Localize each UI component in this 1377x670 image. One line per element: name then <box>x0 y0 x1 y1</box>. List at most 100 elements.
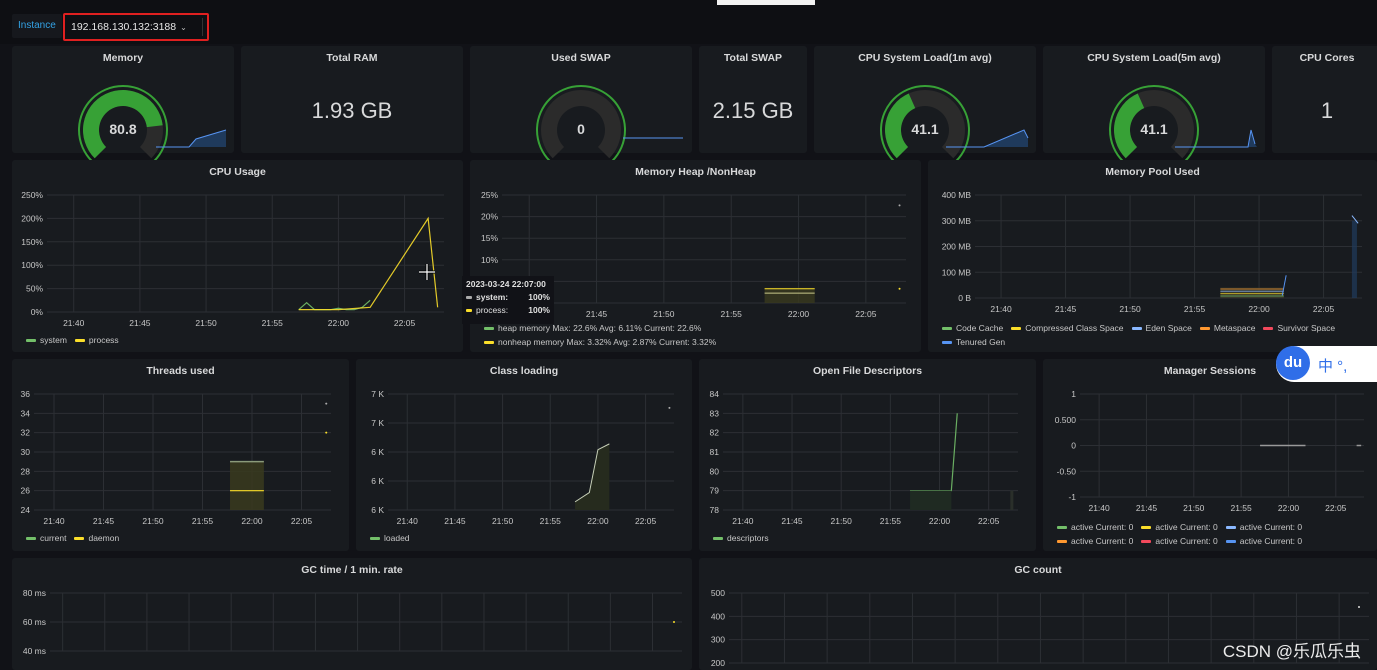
legend-item[interactable]: active Current: 0 <box>1057 520 1133 534</box>
legend-item[interactable]: Tenured Gen <box>942 335 1005 349</box>
legend-item[interactable]: Survivor Space <box>1263 321 1335 335</box>
y-tick-label: 82 <box>710 428 720 438</box>
legend-label: active Current: 0 <box>1071 522 1134 532</box>
y-tick-label: 100 MB <box>942 267 972 277</box>
x-tick-label: 22:05 <box>394 318 416 328</box>
baidu-ime-logo-icon[interactable]: du <box>1276 346 1310 380</box>
legend: current daemon <box>26 533 127 543</box>
x-tick-label: 21:45 <box>586 309 608 319</box>
x-tick-label: 21:50 <box>492 516 514 526</box>
ime-mode-indicator[interactable]: 中 °, <box>1318 355 1347 376</box>
x-tick-label: 22:00 <box>587 516 609 526</box>
legend-item[interactable]: daemon <box>74 533 119 543</box>
divider <box>202 18 203 36</box>
legend-item[interactable]: active Current: 0 <box>1225 534 1303 548</box>
tooltip-row-process: process: 100% <box>466 305 550 315</box>
legend-item[interactable]: active Current: 0 <box>1057 534 1133 548</box>
legend-item[interactable]: current <box>26 533 66 543</box>
y-tick-label: 0 <box>1071 441 1076 451</box>
legend-item[interactable]: system <box>26 335 67 345</box>
data-point <box>898 204 901 207</box>
legend-label: Survivor Space <box>1277 323 1336 333</box>
x-tick-label: 22:05 <box>291 516 313 526</box>
legend-item[interactable]: Compressed Class Space <box>1011 321 1124 335</box>
legend-item[interactable]: active Current: 0 <box>1141 534 1218 548</box>
panel-used-swap: Used SWAP 0 <box>470 46 692 162</box>
series-line-process <box>298 216 439 311</box>
legend: Code Cache Compressed Class Space Eden Spa… <box>942 321 1372 349</box>
y-tick-label: 500 <box>711 588 725 598</box>
legend-swatch <box>1141 526 1152 530</box>
sparkline <box>1175 129 1257 148</box>
sparkline <box>623 137 683 139</box>
legend-item[interactable]: Eden Space <box>1131 321 1192 335</box>
legend-item[interactable]: loaded <box>370 533 410 543</box>
x-tick-label: 21:40 <box>63 318 85 328</box>
y-tick-label: -0.50 <box>1057 466 1077 476</box>
x-tick-label: 22:00 <box>241 516 263 526</box>
y-tick-label: 84 <box>710 389 720 399</box>
y-tick-label: 6 K <box>371 447 384 457</box>
y-tick-label: 80 <box>710 466 720 476</box>
chart-gc-time: 80 ms 60 ms 40 ms <box>23 588 682 656</box>
x-tick-label: 22:00 <box>1248 304 1270 314</box>
y-tick-label: 0% <box>31 307 44 317</box>
legend-swatch <box>1131 327 1142 331</box>
y-tick-label: 300 MB <box>942 216 972 226</box>
data-point <box>673 621 675 623</box>
y-tick-label: 60 ms <box>23 617 46 627</box>
x-tick-label: 21:45 <box>781 516 803 526</box>
y-tick-label: 250% <box>21 190 43 200</box>
panel-memory-pool: Memory Pool Used 400 MB 300 MB 200 MB 100 M… <box>928 160 1377 352</box>
x-tick-label: 21:45 <box>444 516 466 526</box>
legend-label: active Current: 0 <box>1239 536 1303 546</box>
legend-swatch <box>1263 327 1274 331</box>
legend-item-nonheap[interactable]: nonheap memory Max: 3.32% Avg: 2.87% Cur… <box>484 335 716 349</box>
tooltip-time: 2023-03-24 22:07:00 <box>466 279 546 289</box>
data-point <box>325 431 328 434</box>
x-tick-label: 21:50 <box>1183 503 1205 513</box>
y-tick-label: 20% <box>481 212 498 222</box>
legend-swatch <box>370 537 380 541</box>
x-tick-label: 21:55 <box>262 318 284 328</box>
legend-label: daemon <box>88 533 120 543</box>
data-point <box>898 287 901 290</box>
legend-item[interactable]: descriptors <box>713 533 769 543</box>
y-tick-label: 1 <box>1071 389 1076 399</box>
sparkline <box>156 129 227 148</box>
legend-swatch <box>1199 327 1210 331</box>
x-tick-label: 21:40 <box>1088 503 1110 513</box>
x-tick-label: 21:50 <box>831 516 853 526</box>
y-tick-label: 79 <box>710 486 720 496</box>
y-tick-label: 6 K <box>371 476 384 486</box>
panel-gc-time: GC time / 1 min. rate 80 ms 60 ms 40 ms <box>12 558 692 670</box>
panel-manager-sessions: Manager Sessions 1 0.500 0 -0.50 -1 21:40 21:4… <box>1043 359 1377 551</box>
y-tick-label: 83 <box>710 408 720 418</box>
legend-item[interactable]: process <box>74 335 119 345</box>
y-tick-label: 400 MB <box>942 190 972 200</box>
legend-item[interactable]: Metaspace <box>1199 321 1255 335</box>
legend-item[interactable]: Code Cache <box>942 321 1003 335</box>
series-line-tenured <box>1281 275 1287 296</box>
x-tick-label: 21:40 <box>397 516 419 526</box>
legend-label: system <box>40 335 67 345</box>
x-tick-label: 21:55 <box>721 309 743 319</box>
x-tick-label: 22:00 <box>929 516 951 526</box>
legend-label: active Current: 0 <box>1155 522 1218 532</box>
y-tick-label: 15% <box>481 233 498 243</box>
legend-swatch <box>74 339 85 343</box>
panel-total-ram: Total RAM 1.93 GB <box>241 46 463 153</box>
legend: heap memory Max: 22.6% Avg: 6.11% Curren… <box>484 321 716 349</box>
legend-label: Compressed Class Space <box>1025 323 1124 333</box>
y-tick-label: 10% <box>481 255 498 265</box>
chart-threads-used: 36 34 32 30 28 26 24 21:40 21:45 21:50 21:55 22:00 2… <box>21 389 331 526</box>
data-point <box>1358 606 1360 608</box>
x-tick-label: 21:50 <box>653 309 675 319</box>
x-tick-label: 21:55 <box>880 516 902 526</box>
graph-tooltip: 2023-03-24 22:07:00 system: 100% process:… <box>462 276 554 324</box>
legend-item[interactable]: active Current: 0 <box>1141 520 1218 534</box>
instance-variable-select[interactable]: 192.168.130.132:3188 ⌄ <box>63 13 209 41</box>
legend-item[interactable]: active Current: 0 <box>1225 520 1302 534</box>
sparkline <box>946 129 1029 148</box>
panel-memory: Memory 80.8 <box>12 46 234 162</box>
